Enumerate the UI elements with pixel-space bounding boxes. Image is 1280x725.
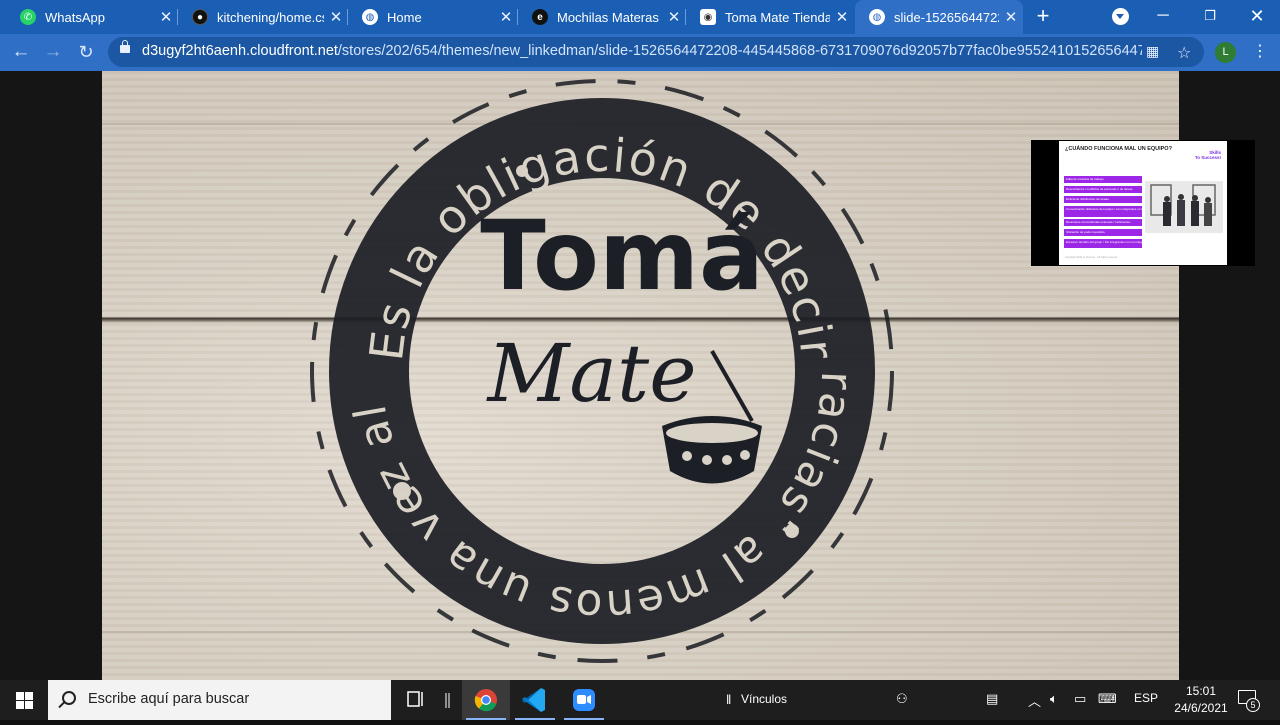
preview-page: ¿CUÁNDO FUNCIONA MAL UN EQUIPO? Skills To… [1059,141,1227,265]
bookmark-star-icon[interactable]: ☆ [1177,43,1191,63]
page-content: Es la obligación de decir "Gracias" al m… [0,71,1280,680]
chrome-icon [474,689,497,712]
search-icon [62,691,76,705]
url-path: /stores/202/654/themes/new_linkedman/sli… [337,43,1142,59]
search-placeholder: Escribe aquí para buscar [88,691,250,707]
links-toolbar[interactable]: Vínculos [741,692,787,706]
taskbar-search-box[interactable]: Escribe aquí para buscar [48,680,391,720]
network-icon[interactable]: ▭ [1074,691,1086,707]
tab-title: Mochilas Materas - [557,9,662,25]
globe-icon: ◍ [869,9,885,25]
menu-kebab-icon[interactable]: ⋮ [1252,42,1268,62]
slide-preview-thumbnail[interactable]: ¿CUÁNDO FUNCIONA MAL UN EQUIPO? Skills To… [1031,140,1255,266]
tab-home[interactable]: ◍ Home ✕ [348,0,518,34]
address-bar[interactable]: d3ugyf2ht6aenh.cloudfront.net/stores/202… [108,37,1204,67]
preview-logo-line2: To Success! [1194,155,1221,160]
stamp-image: Es la obligación de decir "Gracias" al m… [102,71,1179,680]
volume-icon[interactable]: 🔈︎ [1050,691,1058,707]
tab-title: slide-1526564472208 [894,9,999,25]
start-button[interactable] [0,680,48,720]
browser-tab-strip: ✆ WhatsApp ✕ ● kitchening/home.css ✕ ◍ H… [0,0,1280,34]
tab-title: Home [387,9,422,25]
qr-code-icon[interactable]: ▦ [1146,43,1159,60]
reload-button[interactable]: ↻ [73,40,99,66]
new-tab-button[interactable]: + [1031,5,1055,29]
tab-title: kitchening/home.css [217,9,324,25]
stamp-graphic: Es la obligación de decir "Gracias" al m… [102,71,894,663]
stamp-script-word: Mate [485,327,696,420]
show-hidden-icons-chevron-icon[interactable]: ︿ [1028,691,1041,710]
profile-avatar[interactable]: L [1215,42,1236,63]
preview-list-item: Comunicación deficiente del equipo / Los… [1064,206,1142,217]
back-button[interactable]: ← [8,40,34,66]
pinned-separator [440,680,454,720]
browser-toolbar: ← → ↻ d3ugyf2ht6aenh.cloudfront.net/stor… [0,34,1280,71]
windows-logo-icon [16,701,24,709]
preview-list-item: Reuniones convocatorias extensas / inefi… [1064,219,1142,226]
globe-icon: ◍ [362,9,378,25]
close-tab-icon[interactable]: ✕ [830,8,854,26]
toolbar-divider-icon: ‖ [726,692,732,707]
touch-keyboard-icon[interactable]: ⌨︎ [1098,691,1117,707]
preview-list-item: Ubicación de poder repartido. [1064,229,1142,236]
preview-list-item: Desconfianza / conflictos de personas o … [1064,186,1142,193]
vscode-icon [522,688,545,712]
preview-list-item: Excesivo tamaño del grupo / Sin integran… [1064,239,1142,248]
tab-slide-active[interactable]: ◍ slide-1526564472208 ✕ [855,0,1023,34]
taskbar-chrome[interactable] [462,680,510,720]
site-logo-icon: e [532,9,548,25]
notification-count-badge: 5 [1246,698,1260,712]
people-icon[interactable]: ⚇ [896,691,908,707]
close-tab-icon[interactable]: ✕ [494,8,518,26]
tab-title: WhatsApp [45,9,105,25]
lock-icon[interactable] [120,40,130,53]
stamp-center-word: Tomá [480,200,764,312]
people-silhouettes-icon [1150,184,1216,226]
tab-mochilas-materas[interactable]: e Mochilas Materas - ✕ [518,0,686,34]
forward-button[interactable]: → [40,40,66,66]
task-view-button[interactable] [392,680,440,720]
windows-logo-icon [25,692,33,700]
language-indicator[interactable]: ESP [1134,691,1158,705]
close-tab-icon[interactable]: ✕ [154,8,178,26]
restore-button[interactable]: ❐ [1187,0,1233,34]
store-icon: ◉ [700,9,716,25]
close-tab-icon[interactable]: ✕ [324,8,348,26]
close-tab-icon[interactable]: ✕ [662,8,686,26]
tab-github[interactable]: ● kitchening/home.css ✕ [178,0,348,34]
tab-title: Toma Mate Tienda [725,9,830,25]
preview-title: ¿CUÁNDO FUNCIONA MAL UN EQUIPO? [1065,146,1172,152]
url-host: d3ugyf2ht6aenh.cloudfront.net [142,43,338,59]
task-view-icon [407,691,423,707]
preview-list-item: Falta de métodos de trabajo. [1064,176,1142,183]
taskbar-zoom[interactable] [560,680,608,720]
tab-whatsapp[interactable]: ✆ WhatsApp ✕ [6,0,178,34]
github-icon: ● [192,9,208,25]
keyboard-layout-icon[interactable]: ▤ [986,691,998,707]
clock[interactable]: 15:01 24/6/2021 [1170,683,1232,717]
windows-logo-icon [16,692,24,700]
zoom-icon [573,689,595,711]
taskbar-vscode[interactable] [511,680,559,720]
windows-logo-icon [25,701,33,709]
windows-taskbar: Escribe aquí para buscar ‖ Vínculos ⚇ ▤ … [0,680,1280,720]
clock-time: 15:01 [1185,684,1217,698]
separator-icon [445,693,450,708]
minimize-button[interactable]: ─ [1140,0,1186,34]
preview-logo: Skills To Success! [1195,150,1221,160]
clock-date: 24/6/2021 [1174,701,1228,715]
close-tab-icon[interactable]: ✕ [999,8,1023,26]
tab-search-dropdown-icon[interactable] [1112,8,1129,25]
preview-footer: Copyright Skills to Success - All rights… [1065,256,1118,259]
url-text[interactable]: d3ugyf2ht6aenh.cloudfront.net/stores/202… [142,43,1142,59]
preview-list-item: Deficiente distribución de tareas. [1064,196,1142,203]
preview-team-photo [1145,181,1223,233]
whatsapp-icon: ✆ [20,9,36,25]
close-window-button[interactable]: ✕ [1234,0,1280,34]
tab-toma-mate-tienda[interactable]: ◉ Toma Mate Tienda ✕ [686,0,854,34]
